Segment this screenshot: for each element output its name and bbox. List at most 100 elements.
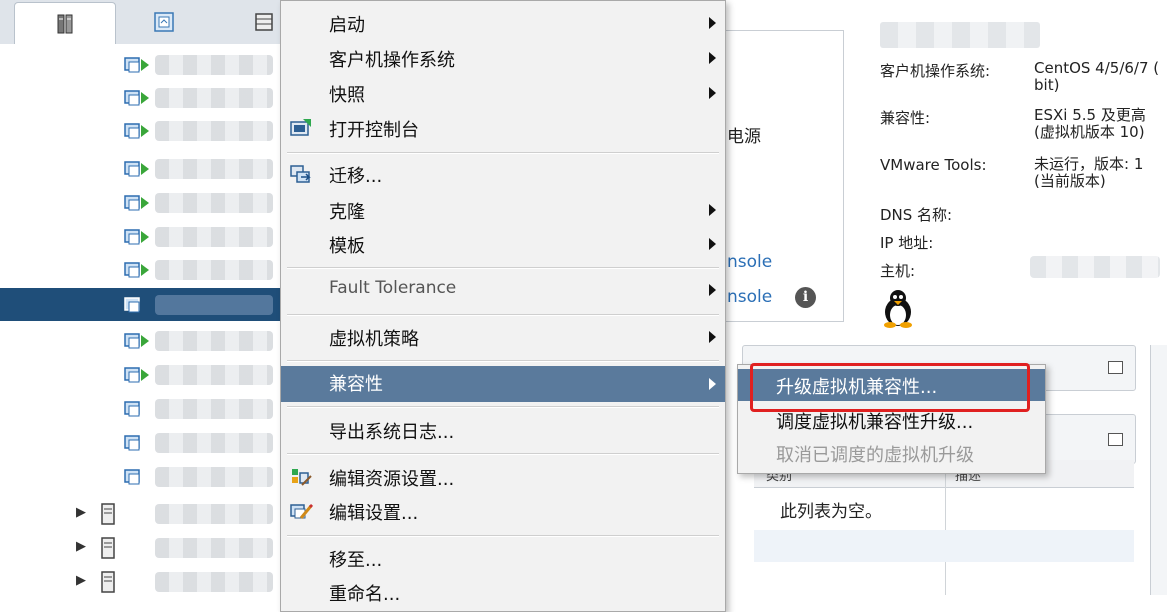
submenu-arrow-icon xyxy=(709,87,716,99)
info-icon[interactable]: i xyxy=(795,287,816,308)
right-panel-edge xyxy=(1150,345,1167,595)
compatibility-label: 兼容性: xyxy=(880,109,931,127)
menu-item-clone[interactable]: 克隆 xyxy=(281,194,725,226)
expand-arrow-icon[interactable]: ▶ xyxy=(76,539,86,554)
menu-item-edit-resource-settings[interactable]: 编辑资源设置... xyxy=(281,461,725,493)
menu-item-power[interactable]: 启动 xyxy=(281,7,725,39)
expand-arrow-icon[interactable]: ▶ xyxy=(76,505,86,520)
menu-item-open-console[interactable]: 打开控制台 xyxy=(281,112,725,144)
tree-item-vm[interactable] xyxy=(0,324,290,357)
tree-item-vm[interactable] xyxy=(0,426,290,459)
tab-hosts-clusters[interactable] xyxy=(14,2,116,45)
tree-item-host[interactable]: ▶ xyxy=(0,565,290,598)
submenu-arrow-icon xyxy=(709,238,716,250)
menu-item-vm-policies[interactable]: 虚拟机策略 xyxy=(281,321,725,353)
vm-name-obscured xyxy=(155,121,273,141)
vm-name-obscured xyxy=(155,159,273,179)
host-name-obscured xyxy=(155,538,273,558)
submenu-arrow-icon xyxy=(709,52,716,64)
menu-separator xyxy=(287,406,719,408)
annotation-highlight-box xyxy=(750,363,1030,412)
menu-item-fault-tolerance[interactable]: Fault Tolerance xyxy=(281,274,725,306)
vm-powered-on-icon xyxy=(124,195,149,211)
vm-name-obscured xyxy=(155,399,273,419)
maximize-icon[interactable] xyxy=(1108,361,1123,374)
menu-item-guest-os[interactable]: 客户机操作系统 xyxy=(281,42,725,74)
navigator-tabs xyxy=(0,0,290,45)
vm-name-obscured xyxy=(155,467,273,487)
host-name-obscured xyxy=(155,504,273,524)
vms-templates-icon xyxy=(154,12,174,32)
tree-item-vm[interactable] xyxy=(0,220,290,253)
submenu-arrow-icon xyxy=(709,378,716,390)
launch-web-console-link[interactable]: nsole xyxy=(727,252,772,272)
tree-item-host[interactable]: ▶ xyxy=(0,497,290,530)
tree-item-vm[interactable] xyxy=(0,81,290,114)
host-label: 主机: xyxy=(880,262,916,280)
vm-name-obscured xyxy=(155,295,273,315)
console-icon xyxy=(290,119,311,136)
menu-separator xyxy=(287,535,719,537)
menu-item-snapshots[interactable]: 快照 xyxy=(281,77,725,109)
tree-item-vm[interactable] xyxy=(0,186,290,219)
menu-item-migrate[interactable]: 迁移... xyxy=(281,158,725,190)
hosts-clusters-icon xyxy=(57,14,73,34)
vm-powered-on-icon xyxy=(124,333,149,349)
submenu-arrow-icon xyxy=(709,331,716,343)
submenu-item-cancel-scheduled-upgrade: 取消已调度的虚拟机升级 xyxy=(776,445,974,466)
tree-item-vm[interactable] xyxy=(0,392,290,425)
tree-item-vm[interactable] xyxy=(0,460,290,493)
vmware-tools-label: VMware Tools: xyxy=(880,156,987,174)
menu-item-rename[interactable]: 重命名... xyxy=(281,576,725,608)
menu-separator xyxy=(287,267,719,269)
linux-tux-icon xyxy=(884,290,912,328)
vm-powered-on-icon xyxy=(124,123,149,139)
resource-settings-icon xyxy=(292,469,312,486)
guest-os-value: CentOS 4/5/6/7 ( bit) xyxy=(1034,59,1160,94)
edit-settings-icon xyxy=(290,503,313,519)
submenu-arrow-icon xyxy=(709,284,716,296)
vm-name-obscured xyxy=(155,227,273,247)
table-row xyxy=(754,530,1134,562)
vm-name-obscured xyxy=(155,331,273,351)
menu-item-export-logs[interactable]: 导出系统日志... xyxy=(281,414,725,446)
vm-name-obscured xyxy=(155,88,273,108)
compatibility-value: ESXi 5.5 及更高 (虚拟机版本 10) xyxy=(1034,106,1146,141)
menu-separator xyxy=(287,152,719,154)
vm-powered-on-icon xyxy=(124,161,149,177)
tree-item-host[interactable]: ▶ xyxy=(0,531,290,564)
vm-name-obscured xyxy=(155,193,273,213)
maximize-icon[interactable] xyxy=(1108,433,1123,446)
submenu-arrow-icon xyxy=(709,17,716,29)
column-divider xyxy=(945,460,946,595)
vm-preview-panel xyxy=(725,30,844,322)
tree-item-vm[interactable] xyxy=(0,48,290,81)
tree-item-vm[interactable] xyxy=(0,253,290,286)
empty-list-text: 此列表为空。 xyxy=(780,502,882,522)
host-icon xyxy=(101,503,115,525)
vm-powered-off-icon xyxy=(124,469,140,485)
vm-powered-on-icon xyxy=(124,229,149,245)
menu-item-move-to[interactable]: 移至... xyxy=(281,542,725,574)
vm-context-menu: 启动 客户机操作系统 快照 打开控制台 迁移... 克隆 模板 Fault To… xyxy=(280,0,726,612)
power-status-text: 电源 xyxy=(727,127,761,147)
menu-item-compatibility[interactable]: 兼容性 xyxy=(281,366,725,402)
tree-item-vm[interactable] xyxy=(0,114,290,147)
vm-icon xyxy=(124,297,140,313)
vm-name-obscured xyxy=(155,55,273,75)
tab-vms-templates[interactable] xyxy=(114,2,214,42)
vm-powered-on-icon xyxy=(124,367,149,383)
menu-separator xyxy=(287,314,719,316)
tree-item-vm[interactable] xyxy=(0,358,290,391)
tree-item-vm-selected[interactable] xyxy=(0,288,290,321)
host-value-obscured xyxy=(1030,256,1160,278)
menu-item-edit-settings[interactable]: 编辑设置... xyxy=(281,495,725,527)
vm-powered-off-icon xyxy=(124,401,140,417)
tree-item-vm[interactable] xyxy=(0,152,290,185)
vmware-tools-value: 未运行，版本: 1 (当前版本) xyxy=(1034,155,1144,190)
expand-arrow-icon[interactable]: ▶ xyxy=(76,573,86,588)
guest-os-label: 客户机操作系统: xyxy=(880,62,991,80)
ip-address-label: IP 地址: xyxy=(880,234,934,252)
launch-remote-console-link[interactable]: nsole xyxy=(727,287,772,307)
menu-item-template[interactable]: 模板 xyxy=(281,228,725,260)
